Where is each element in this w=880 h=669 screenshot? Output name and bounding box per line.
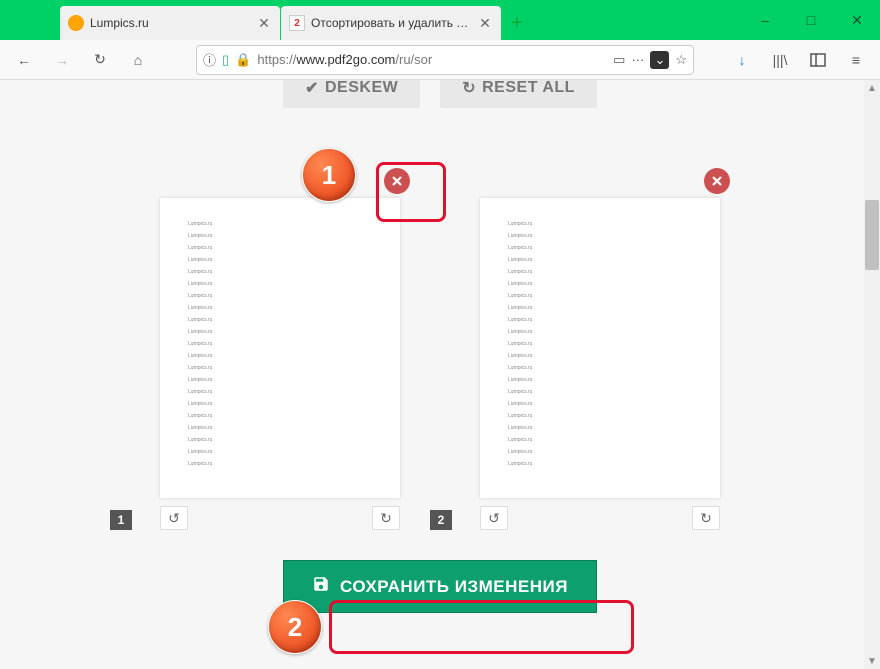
tab-lumpics[interactable]: Lumpics.ru ✕ [60, 6, 280, 40]
library-button[interactable]: |||\ [764, 44, 796, 76]
bookmark-star-icon[interactable]: ☆ [675, 52, 687, 68]
window-titlebar: Lumpics.ru ✕ 2 Отсортировать и удалить —… [0, 0, 880, 40]
browser-toolbar: ← → ↻ ⌂ ⓘ ▯ 🔒 https://www.pdf2go.com/ru/… [0, 40, 880, 80]
rotate-cw-button[interactable]: ↻ [372, 506, 400, 530]
url-text: https://www.pdf2go.com/ru/sor [257, 52, 607, 67]
delete-page-button[interactable] [384, 168, 410, 194]
page-preview: Lumpics.ruLumpics.ruLumpics.ruLumpics.ru… [480, 198, 720, 498]
page-thumbnail-2[interactable]: 2 Lumpics.ruLumpics.ruLumpics.ruLumpics.… [480, 198, 720, 530]
back-button[interactable]: ← [8, 44, 40, 76]
home-button[interactable]: ⌂ [122, 44, 154, 76]
page-number-badge: 2 [430, 510, 452, 530]
save-label: СОХРАНИТЬ ИЗМЕНЕНИЯ [340, 577, 568, 597]
rotate-ccw-button[interactable]: ↺ [160, 506, 188, 530]
sidebar-toggle-button[interactable] [802, 44, 834, 76]
reload-button[interactable]: ↻ [84, 44, 116, 76]
tab-strip: Lumpics.ru ✕ 2 Отсортировать и удалить —… [0, 0, 742, 40]
tab-close-icon[interactable]: ✕ [256, 15, 272, 31]
rotate-cw-button[interactable]: ↻ [692, 506, 720, 530]
close-window-button[interactable]: ✕ [834, 0, 880, 40]
scroll-up-icon[interactable]: ▲ [864, 80, 880, 96]
callout-2: 2 [268, 600, 322, 654]
tab-pdf2go[interactable]: 2 Отсортировать и удалить — О... ✕ [281, 6, 501, 40]
forward-button[interactable]: → [46, 44, 78, 76]
tab-label: Lumpics.ru [90, 16, 256, 30]
scroll-down-icon[interactable]: ▼ [864, 653, 880, 669]
save-row: СОХРАНИТЬ ИЗМЕНЕНИЯ [0, 560, 880, 613]
minimize-button[interactable]: – [742, 0, 788, 40]
downloads-button[interactable]: ↓ [726, 44, 758, 76]
url-bar[interactable]: ⓘ ▯ 🔒 https://www.pdf2go.com/ru/sor ▭ ··… [196, 45, 694, 75]
page-number-badge: 1 [110, 510, 132, 530]
rotate-controls: ↺ ↻ [160, 506, 400, 530]
delete-page-button[interactable] [704, 168, 730, 194]
menu-button[interactable]: ≡ [840, 44, 872, 76]
save-changes-button[interactable]: СОХРАНИТЬ ИЗМЕНЕНИЯ [283, 560, 597, 613]
page-preview: Lumpics.ruLumpics.ruLumpics.ruLumpics.ru… [160, 198, 400, 498]
deskew-button[interactable]: ✔ DESKEW [283, 80, 420, 108]
rotate-controls: ↺ ↻ [480, 506, 720, 530]
maximize-button[interactable]: □ [788, 0, 834, 40]
top-actions: ✔ DESKEW ↻ RESET ALL [0, 80, 880, 108]
check-icon: ✔ [305, 80, 319, 98]
lock-icon: 🔒 [235, 52, 251, 68]
pocket-icon[interactable]: ⌄ [650, 51, 669, 69]
page-thumbnails-row: 1 Lumpics.ruLumpics.ruLumpics.ruLumpics.… [0, 198, 880, 530]
new-tab-button[interactable]: + [502, 6, 532, 40]
refresh-icon: ↻ [462, 80, 476, 98]
rotate-ccw-button[interactable]: ↺ [480, 506, 508, 530]
callout-1: 1 [302, 148, 356, 202]
page-thumbnail-1[interactable]: 1 Lumpics.ruLumpics.ruLumpics.ruLumpics.… [160, 198, 400, 530]
reset-all-button[interactable]: ↻ RESET ALL [440, 80, 597, 108]
save-disk-icon [312, 575, 330, 598]
site-info-icon[interactable]: ⓘ [203, 50, 216, 69]
tab-close-icon[interactable]: ✕ [477, 15, 493, 31]
deskew-label: DESKEW [325, 80, 398, 97]
page-content: ▲ ▼ ✔ DESKEW ↻ RESET ALL 1 Lumpics.ruLum… [0, 80, 880, 669]
favicon-pdf2go-icon: 2 [289, 15, 305, 31]
reader-mode-icon[interactable]: ▭ [613, 52, 625, 68]
page-actions-icon[interactable]: ··· [631, 52, 644, 67]
tab-label: Отсортировать и удалить — О... [311, 16, 477, 30]
tracking-shield-icon[interactable]: ▯ [222, 52, 229, 68]
window-controls: – □ ✕ [742, 0, 880, 40]
favicon-orange-icon [68, 15, 84, 31]
reset-label: RESET ALL [482, 80, 575, 97]
